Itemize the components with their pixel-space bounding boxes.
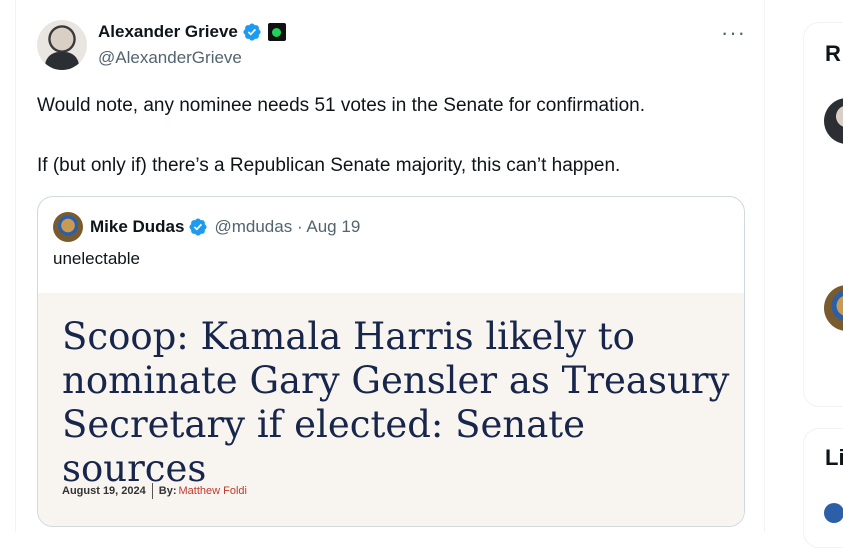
article-byline: August 19, 2024 By: Matthew Foldi <box>62 483 247 499</box>
quoted-tweet-header: Mike Dudas @mdudas · Aug 19 <box>53 212 360 242</box>
byline-divider <box>151 483 153 499</box>
verified-badge-icon <box>189 218 208 236</box>
quoted-author-avatar[interactable] <box>53 212 83 242</box>
sidebar-card-relevant: R <box>803 22 843 407</box>
tweet-paragraph-1: Would note, any nominee needs 51 votes i… <box>37 95 646 116</box>
more-options-icon[interactable]: ··· <box>721 22 746 44</box>
quoted-author-handle-date[interactable]: @mdudas · Aug 19 <box>214 217 360 237</box>
quoted-tweet-text: unelectable <box>53 249 140 268</box>
article-author: Matthew Foldi <box>178 485 247 497</box>
article-headline: Scoop: Kamala Harris likely to nominate … <box>62 315 730 490</box>
quoted-author-name[interactable]: Mike Dudas <box>90 217 184 237</box>
sidebar-avatar[interactable] <box>824 285 843 331</box>
author-avatar[interactable] <box>37 20 87 70</box>
author-display-name[interactable]: Alexander Grieve <box>98 22 238 42</box>
author-name-row: Alexander Grieve <box>98 22 286 42</box>
sidebar-card-live: Li <box>803 428 843 548</box>
sidebar-avatar[interactable] <box>824 98 843 144</box>
affiliate-badge-icon[interactable] <box>267 23 286 41</box>
sidebar-small-icon[interactable] <box>824 503 843 523</box>
article-preview-image[interactable]: Scoop: Kamala Harris likely to nominate … <box>38 293 744 526</box>
tweet-text: Would note, any nominee needs 51 votes i… <box>37 93 752 213</box>
tweet-paragraph-2: If (but only if) there’s a Republican Se… <box>37 155 621 176</box>
tweet-container: Alexander Grieve @AlexanderGrieve ··· Wo… <box>15 0 765 532</box>
author-handle[interactable]: @AlexanderGrieve <box>98 48 242 68</box>
quoted-tweet[interactable]: Mike Dudas @mdudas · Aug 19 unelectable … <box>37 196 745 527</box>
sidebar-card-title: R <box>825 41 841 66</box>
article-by-label: By: <box>158 485 177 497</box>
sidebar-card-title: Li <box>825 445 843 470</box>
article-date: August 19, 2024 <box>62 485 146 497</box>
verified-badge-icon[interactable] <box>242 22 262 42</box>
